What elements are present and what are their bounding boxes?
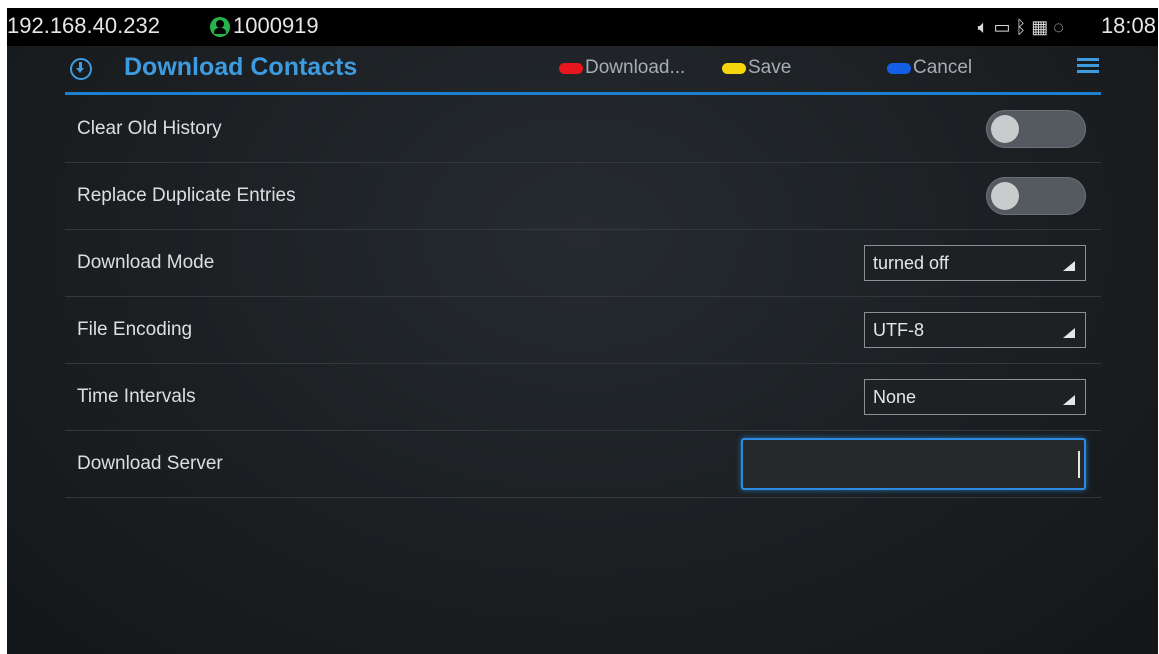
- sync-icon: ◌: [1053, 17, 1064, 37]
- replace-duplicates-row: Replace Duplicate Entries: [65, 163, 1101, 230]
- clock: 18:08: [1100, 13, 1156, 38]
- cancel-softkey-label: Cancel: [913, 57, 973, 78]
- download-softkey[interactable]: Download...: [559, 56, 685, 80]
- file-encoding-value: UTF-8: [873, 320, 924, 340]
- screen: 192.168.40.232 1000919 🔈︎ ▭ ᛒ ▦ ◌ 18:08 …: [7, 8, 1158, 654]
- dropdown-arrow-icon: [1063, 395, 1075, 405]
- time-intervals-value: None: [873, 387, 917, 407]
- file-encoding-select[interactable]: UTF-8: [864, 312, 1086, 348]
- save-softkey[interactable]: Save: [722, 56, 791, 80]
- bluetooth-icon: ᛒ: [1015, 17, 1027, 37]
- menu-icon[interactable]: [1077, 58, 1099, 78]
- blue-key-indicator: [887, 62, 911, 74]
- ip-address: 192.168.40.232: [7, 13, 160, 38]
- voicemail-icon: ▭: [993, 17, 1011, 37]
- download-mode-label: Download Mode: [77, 252, 215, 273]
- clear-old-history-label: Clear Old History: [77, 118, 222, 139]
- volume-icon: 🔈︎: [977, 17, 989, 37]
- file-encoding-label: File Encoding: [77, 319, 193, 340]
- dropdown-arrow-icon: [1063, 261, 1075, 271]
- header-bar: Download Contacts Download... Save Cance…: [65, 46, 1101, 95]
- status-icons: 🔈︎ ▭ ᛒ ▦ ◌: [978, 16, 1064, 38]
- yellow-key-indicator: [722, 62, 746, 74]
- replace-duplicates-toggle[interactable]: [986, 177, 1086, 215]
- download-icon: [70, 58, 92, 80]
- file-encoding-row: File Encoding UTF-8: [65, 297, 1101, 364]
- save-softkey-label: Save: [748, 57, 792, 78]
- time-intervals-label: Time Intervals: [77, 386, 196, 407]
- account-status-icon: [210, 17, 230, 37]
- download-server-input[interactable]: [741, 438, 1086, 490]
- toggle-knob: [991, 115, 1019, 143]
- status-bar: 192.168.40.232 1000919 🔈︎ ▭ ᛒ ▦ ◌ 18:08: [7, 8, 1158, 46]
- text-cursor: [1078, 451, 1080, 478]
- sim-icon: ▦: [1031, 17, 1049, 37]
- settings-list: Clear Old History Replace Duplicate Entr…: [65, 96, 1101, 498]
- page-title: Download Contacts: [124, 53, 358, 81]
- time-intervals-select[interactable]: None: [864, 379, 1086, 415]
- download-server-label: Download Server: [77, 453, 223, 474]
- toggle-knob: [991, 182, 1019, 210]
- download-softkey-label: Download...: [585, 57, 686, 78]
- download-mode-value: turned off: [873, 253, 949, 273]
- dropdown-arrow-icon: [1063, 328, 1075, 338]
- download-server-row: Download Server: [65, 431, 1101, 498]
- replace-duplicates-label: Replace Duplicate Entries: [77, 185, 296, 206]
- download-mode-select[interactable]: turned off: [864, 245, 1086, 281]
- account-number: 1000919: [233, 13, 319, 38]
- download-mode-row: Download Mode turned off: [65, 230, 1101, 297]
- clear-old-history-toggle[interactable]: [986, 110, 1086, 148]
- clear-old-history-row: Clear Old History: [65, 96, 1101, 163]
- red-key-indicator: [559, 62, 583, 74]
- cancel-softkey[interactable]: Cancel: [887, 56, 972, 80]
- time-intervals-row: Time Intervals None: [65, 364, 1101, 431]
